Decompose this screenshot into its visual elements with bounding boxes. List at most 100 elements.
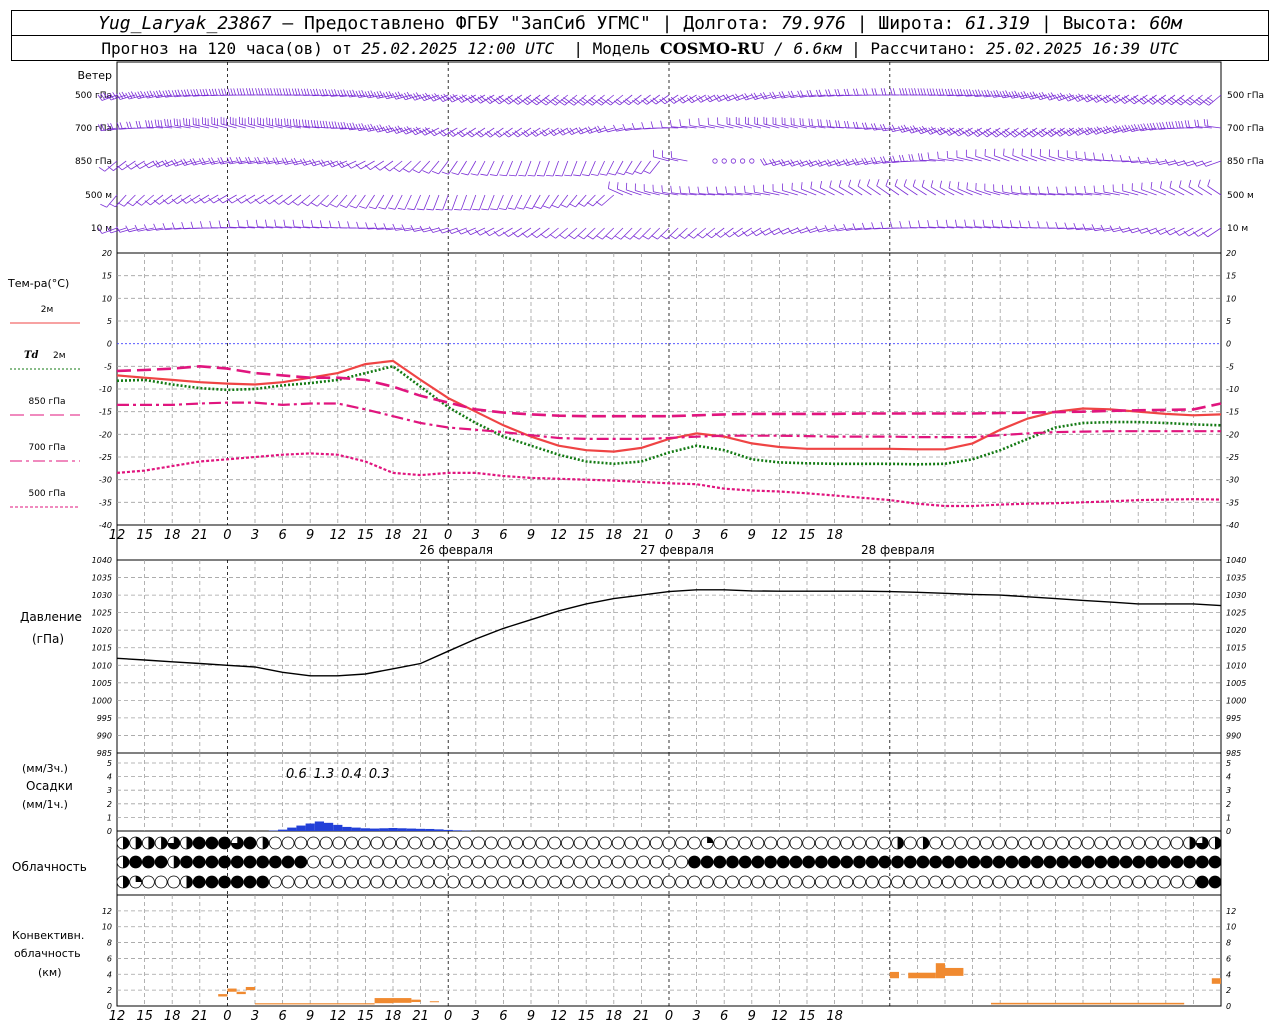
wind-barb: [1179, 180, 1194, 196]
wind-barb: [1009, 220, 1028, 229]
temp-tick-label-right: -35: [1226, 498, 1239, 507]
wind-barb: [1048, 149, 1065, 162]
wind-barb: [329, 220, 348, 229]
cloud-cover-symbol: [332, 855, 346, 869]
cloud-cover-symbol: [1195, 875, 1209, 889]
cloud-cover-symbol: [726, 875, 739, 889]
cloud-cover-symbol: [1119, 855, 1133, 869]
cloud-cover-symbol: [395, 855, 409, 869]
wind-barb: [1012, 148, 1028, 162]
temp-tick-label-right: 15: [1226, 272, 1236, 281]
temp-tick-label-right: 5: [1226, 317, 1231, 326]
cloud-cover-symbol: [599, 855, 612, 869]
meteogram-svg: Ветер 500 гПа 500 гПа 700 гПа 700 гПа 850 гПа…: [7, 61, 1264, 1024]
wind-barb: [1169, 180, 1185, 196]
date-label: 28 февраля: [861, 543, 935, 557]
wind-barb: [653, 149, 670, 162]
wind-barb: [800, 182, 817, 196]
cloud-cover-symbol: [1107, 855, 1120, 869]
conv-tick-label-right: 8: [1226, 939, 1231, 948]
cloud-cover-symbol: [726, 836, 739, 850]
wind-barb: [257, 117, 274, 129]
cloud-cover-symbol: [370, 836, 384, 850]
wind-barb: [229, 116, 246, 129]
cloud-cover-symbol: [700, 836, 714, 850]
convective-cloud-bar: [889, 971, 899, 979]
wind-barb: [508, 160, 523, 177]
cloud-cover-symbol: [561, 836, 574, 850]
cloud-cover-symbol: [395, 875, 409, 889]
wind-barb: [661, 150, 679, 162]
cloud-cover-symbol: [878, 875, 892, 889]
prec-label-top: (мм/3ч.): [22, 762, 68, 775]
wind-barb: [320, 194, 339, 208]
wind-barb: [908, 154, 927, 162]
wind-barb: [790, 117, 808, 129]
temp-tick-label: -35: [99, 498, 112, 507]
wind-barb: [507, 194, 523, 210]
time-tick-label-bottom: 15: [799, 1009, 816, 1024]
pres-tick-label: 1020: [92, 626, 112, 635]
wind-level-label-right: 500 гПа: [1227, 91, 1264, 101]
cloud-cover-symbol: [319, 875, 333, 889]
pres-tick-label-right: 1010: [1226, 661, 1246, 670]
cloud-cover-symbol: [992, 855, 1006, 869]
cloud-cover-symbol: [649, 836, 663, 850]
precip-bar: [296, 825, 306, 831]
wind-barb: [670, 151, 688, 162]
wind-calm-circle: [721, 158, 727, 164]
wind-barb: [871, 88, 890, 96]
pres-panel-title: Давление: [20, 610, 82, 624]
precip-bar: [425, 828, 435, 831]
cloud-cover-symbol: [256, 855, 270, 869]
wind-barb: [190, 221, 210, 229]
temp-tick-label-right: -5: [1226, 362, 1234, 371]
cloud-cover-symbol: [154, 836, 168, 850]
pres-tick-label-right: 1015: [1226, 644, 1246, 653]
cloud-cover-symbol: [853, 875, 866, 889]
wind-barb: [444, 194, 458, 211]
wind-barb: [192, 117, 210, 129]
cloud-cover-symbol: [294, 836, 308, 850]
wind-barb: [558, 94, 578, 106]
wind-barb: [772, 184, 789, 196]
time-tick-label-bottom: 18: [385, 1009, 402, 1024]
cloud-cover-symbol: [802, 875, 816, 889]
time-tick-label: 21: [192, 528, 209, 543]
temp-tick-label-right: -40: [1226, 521, 1239, 530]
cloud-cover-symbol: [1043, 836, 1057, 850]
cloud-cover-symbol: [675, 875, 689, 889]
pres-tick-label-right: 1020: [1226, 626, 1246, 635]
cloud-cover-symbol: [1068, 855, 1082, 869]
wind-barb: [650, 121, 670, 129]
temp-tick-label-right: -30: [1226, 476, 1239, 485]
wind-level-label-right: 700 гПа: [1227, 124, 1264, 134]
cloud-cover-symbol: [891, 836, 904, 850]
wind-barb: [990, 89, 1010, 98]
wind-barb: [917, 220, 936, 229]
wind-barb: [688, 118, 706, 129]
wind-barb: [499, 160, 513, 177]
time-tick-label-bottom: 9: [527, 1009, 535, 1024]
wind-barb: [921, 179, 937, 196]
pres-tick-label: 990: [97, 731, 112, 740]
cloud-cover-symbol: [116, 836, 130, 850]
cloud-cover-symbol: [726, 855, 739, 869]
cloud-cover-symbol: [929, 855, 943, 869]
wind-barb: [762, 184, 780, 196]
cloud-cover-symbol: [1157, 855, 1171, 869]
prec-tick-label: 0: [107, 827, 112, 836]
temp-tick-label-right: 20: [1226, 249, 1236, 258]
cloud-cover-symbol: [573, 855, 587, 869]
wind-barb: [965, 149, 982, 162]
wind-barb: [889, 221, 909, 229]
precip-bar: [360, 828, 370, 831]
wind-level-label: 700 гПа: [75, 124, 112, 134]
cloud-cover-symbol: [1068, 836, 1082, 850]
wind-barb: [480, 160, 495, 176]
wind-barb: [586, 94, 605, 106]
temp-tick-label: 0: [107, 340, 112, 349]
cloud-cover-symbol: [611, 836, 625, 850]
wind-barb: [199, 221, 219, 229]
temp-tick-label: -30: [99, 476, 112, 485]
